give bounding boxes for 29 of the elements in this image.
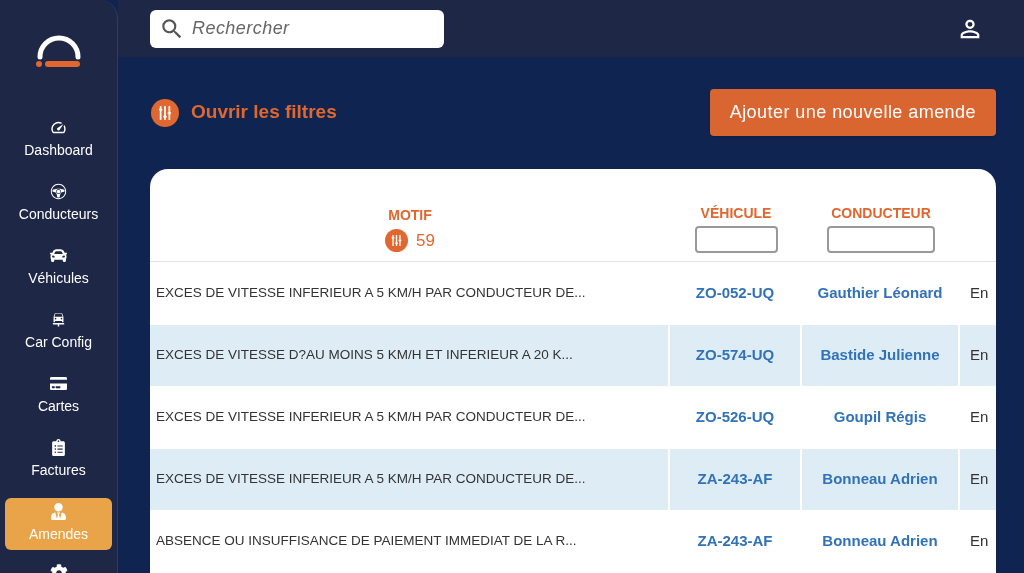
- table-cell: EXCES DE VITESSE INFERIEUR A 5 KM/H PAR CONDUCTEUR DE...: [150, 449, 668, 510]
- sidebar-item[interactable]: Car Config: [5, 306, 112, 358]
- column-filter-input[interactable]: [694, 226, 778, 253]
- card-icon: [50, 375, 67, 392]
- search-field[interactable]: Rechercher: [150, 9, 444, 48]
- sidebar-item[interactable]: Cartes: [5, 370, 112, 422]
- filter-icon: [151, 98, 179, 127]
- filter-icon[interactable]: [385, 228, 409, 252]
- add-fine-button[interactable]: Ajouter une nouvelle amende: [709, 89, 996, 136]
- table-cell: En: [960, 449, 996, 510]
- open-filters-link[interactable]: Ouvrir les filtres: [151, 98, 337, 127]
- table-cell: EXCES DE VITESSE D?AU MOINS 5 KM/H ET INFERIEUR A 20 K...: [150, 325, 668, 386]
- result-count: 59: [416, 229, 435, 252]
- sidebar-item[interactable]: Véhicules: [5, 242, 112, 294]
- table-cell: En: [960, 325, 996, 386]
- officer-icon: [50, 503, 67, 520]
- sidebar-item[interactable]: Conducteurs: [5, 178, 112, 230]
- table-cell: ZA-243-AF: [670, 449, 800, 510]
- car-settings-icon: [50, 311, 67, 328]
- table-cell: Bonneau Adrien: [802, 449, 958, 510]
- car-icon: [50, 247, 67, 264]
- table-cell: ZO-574-UQ: [670, 325, 800, 386]
- sidebar-item[interactable]: Factures: [5, 434, 112, 486]
- table-cell: Bastide Julienne: [802, 325, 958, 386]
- column-filter-input[interactable]: [827, 226, 935, 253]
- gauge-icon: [50, 119, 67, 136]
- sidebar-item[interactable]: Dashboard: [5, 114, 112, 166]
- clipboard-icon: [50, 439, 67, 456]
- steering-wheel-icon: [50, 183, 67, 200]
